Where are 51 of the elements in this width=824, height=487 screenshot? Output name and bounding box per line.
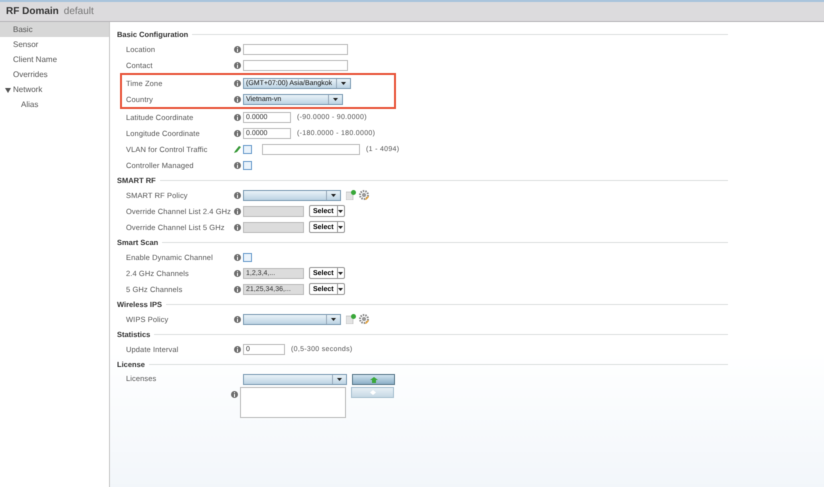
sidebar-item[interactable]: Basic <box>0 22 109 37</box>
channel-field[interactable] <box>243 222 304 232</box>
caret-icon[interactable] <box>338 272 344 274</box>
info-icon <box>234 254 241 260</box>
caret-icon[interactable] <box>341 82 346 84</box>
info-icon <box>234 162 241 168</box>
add-icon[interactable] <box>346 190 356 200</box>
pencil-icon[interactable] <box>234 146 241 152</box>
sidebar-item[interactable]: Sensor <box>0 37 109 52</box>
caret-icon[interactable] <box>331 318 336 320</box>
channel-field[interactable] <box>243 206 304 216</box>
caret-icon[interactable] <box>338 288 344 290</box>
info-icon <box>231 391 238 398</box>
add-icon[interactable] <box>346 314 356 324</box>
add-license-button[interactable] <box>352 374 395 385</box>
input-field[interactable] <box>262 144 360 154</box>
info-icon <box>234 80 241 86</box>
info-icon <box>234 46 241 52</box>
info-icon <box>234 270 241 276</box>
expand-icon[interactable] <box>5 86 11 92</box>
info-icon <box>234 114 241 120</box>
license-list[interactable] <box>240 387 346 418</box>
checkbox[interactable] <box>243 252 252 262</box>
settings-icon[interactable] <box>359 314 369 324</box>
info-icon <box>234 224 241 230</box>
info-icon <box>234 286 241 292</box>
info-icon <box>234 346 241 352</box>
info-icon <box>234 62 241 68</box>
caret-icon[interactable] <box>337 378 342 381</box>
info-icon <box>234 96 241 102</box>
caret-icon[interactable] <box>333 98 338 100</box>
arrow-icon <box>370 376 378 382</box>
window-subtitle: default <box>64 6 94 17</box>
info-icon <box>234 208 241 214</box>
info-icon <box>234 316 241 322</box>
input-field[interactable] <box>243 44 348 54</box>
sidebar-item[interactable]: Client Name <box>0 52 109 67</box>
info-icon <box>234 192 241 198</box>
caret-icon[interactable] <box>331 194 336 196</box>
settings-icon[interactable] <box>359 190 369 200</box>
info-icon <box>234 130 241 136</box>
diamond-icon <box>370 390 376 395</box>
caret-icon[interactable] <box>338 226 344 228</box>
caret-icon[interactable] <box>338 210 344 212</box>
checkbox[interactable] <box>243 160 252 170</box>
window-title: RF Domain <box>6 6 59 17</box>
sidebar-item[interactable]: Overrides <box>0 67 109 82</box>
sidebar-item[interactable]: Network <box>0 82 109 97</box>
sidebar-item[interactable]: Alias <box>0 97 109 112</box>
input-field[interactable] <box>243 60 348 70</box>
checkbox[interactable] <box>243 144 252 154</box>
